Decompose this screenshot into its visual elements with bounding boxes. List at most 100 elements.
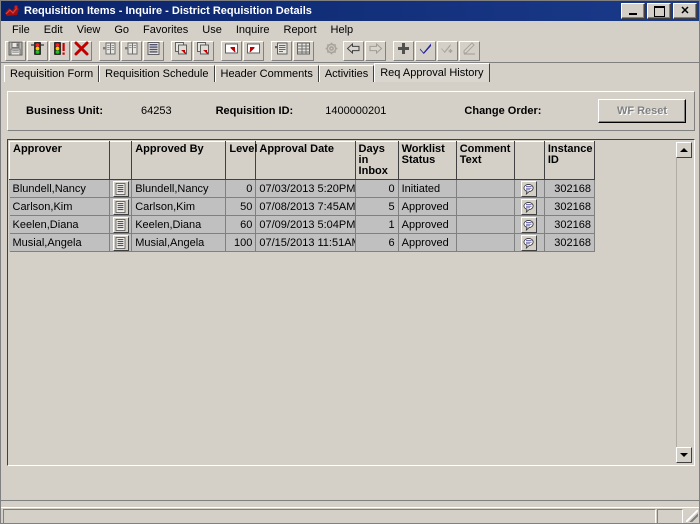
row-detail-button[interactable] xyxy=(112,234,129,251)
approval-history-grid: Approver Approved By Level Approval Date… xyxy=(7,139,695,466)
scroll-down-button[interactable] xyxy=(676,447,692,463)
process-monitor-button[interactable] xyxy=(321,41,342,61)
cell-approved-by: Blundell,Nancy xyxy=(131,179,227,198)
check-all-button[interactable] xyxy=(437,41,458,61)
tab-requisition-schedule[interactable]: Requisition Schedule xyxy=(99,65,215,82)
column-header-instance-id[interactable]: Instance ID xyxy=(543,141,596,180)
grid-vertical-scrollbar[interactable] xyxy=(676,142,692,463)
cell-instance-id: 302168 xyxy=(544,233,596,252)
insert-row-button[interactable] xyxy=(99,41,120,61)
cell-comment-button xyxy=(514,179,545,198)
delete-row-button[interactable] xyxy=(121,41,142,61)
status-bar xyxy=(1,507,699,523)
header-info-panel: Business Unit: 64253 Requisition ID: 140… xyxy=(7,91,695,131)
forward-button[interactable] xyxy=(365,41,386,61)
traffic-light-button[interactable] xyxy=(27,41,48,61)
column-header-approved-by[interactable]: Approved By xyxy=(131,141,227,180)
traffic-light-alert-button[interactable] xyxy=(49,41,70,61)
column-header-approver[interactable]: Approver xyxy=(9,141,111,180)
column-header-worklist-status[interactable]: Worklist Status xyxy=(397,141,457,180)
column-header-comment-button[interactable] xyxy=(513,141,545,180)
minimize-button[interactable] xyxy=(621,3,645,19)
table-row[interactable]: Keelen,Diana Keelen,Diana 60 07/09/2013 … xyxy=(9,215,596,234)
table-row[interactable]: Carlson,Kim Carlson,Kim 50 07/08/2013 7:… xyxy=(9,197,596,216)
traffic-light-alert-icon xyxy=(52,41,67,61)
delete-row-icon xyxy=(124,41,139,61)
cell-comment-button xyxy=(514,197,545,216)
window-controls: ✕ xyxy=(621,3,697,19)
list-button[interactable] xyxy=(143,41,164,61)
check-button[interactable] xyxy=(415,41,436,61)
menu-item-edit[interactable]: Edit xyxy=(37,22,70,38)
cell-days-in-inbox: 6 xyxy=(355,233,399,252)
menu-item-file[interactable]: File xyxy=(5,22,37,38)
column-header-detail[interactable] xyxy=(109,141,133,180)
save-button[interactable] xyxy=(5,41,26,61)
comment-button[interactable] xyxy=(521,234,538,251)
content-divider xyxy=(1,500,699,501)
row-detail-button[interactable] xyxy=(112,180,129,197)
menu-item-go[interactable]: Go xyxy=(107,22,136,38)
minimize-icon xyxy=(629,13,637,15)
menu-item-use[interactable]: Use xyxy=(195,22,229,38)
previous-in-list-button[interactable] xyxy=(243,41,264,61)
cell-approval-date: 07/08/2013 7:45AM xyxy=(255,197,356,216)
cell-worklist-status: Approved xyxy=(398,197,457,216)
menu-item-inquire[interactable]: Inquire xyxy=(229,22,277,38)
app-icon[interactable] xyxy=(4,4,20,18)
cancel-button[interactable] xyxy=(71,41,92,61)
column-header-approval-date[interactable]: Approval Date xyxy=(255,141,356,180)
row-detail-button[interactable] xyxy=(112,216,129,233)
menu-item-help[interactable]: Help xyxy=(324,22,361,38)
requisition-id-label: Requisition ID: xyxy=(215,105,294,117)
spell-check-button[interactable] xyxy=(271,41,292,61)
paste-button[interactable] xyxy=(193,41,214,61)
application-window: Requisition Items - Inquire - District R… xyxy=(0,0,700,524)
close-button[interactable]: ✕ xyxy=(673,3,697,19)
cell-detail-button xyxy=(109,179,133,198)
scroll-up-button[interactable] xyxy=(676,142,692,158)
column-header-days-in-inbox[interactable]: Days in Inbox xyxy=(354,141,399,180)
menu-item-report[interactable]: Report xyxy=(277,22,324,38)
tab-req-approval-history[interactable]: Req Approval History xyxy=(374,63,490,82)
cell-detail-button xyxy=(109,233,133,252)
approval-history-table: Approver Approved By Level Approval Date… xyxy=(9,141,596,252)
comment-button[interactable] xyxy=(521,180,538,197)
column-header-comment-text[interactable]: Comment Text xyxy=(455,141,515,180)
cell-comment-button xyxy=(514,215,545,234)
tab-requisition-form[interactable]: Requisition Form xyxy=(4,65,100,82)
list-icon xyxy=(146,41,161,61)
paste-icon xyxy=(196,41,211,61)
back-button[interactable] xyxy=(343,41,364,61)
wf-reset-button[interactable]: WF Reset xyxy=(598,99,686,123)
title-bar[interactable]: Requisition Items - Inquire - District R… xyxy=(1,1,699,21)
document-lines-icon xyxy=(114,236,128,249)
window-title: Requisition Items - Inquire - District R… xyxy=(24,5,312,17)
notepad-button[interactable] xyxy=(459,41,480,61)
tab-activities[interactable]: Activities xyxy=(318,65,375,82)
maximize-button[interactable] xyxy=(647,3,671,19)
menu-item-view[interactable]: View xyxy=(70,22,108,38)
table-row[interactable]: Blundell,Nancy Blundell,Nancy 0 07/03/20… xyxy=(9,179,596,198)
resize-grip[interactable] xyxy=(684,509,699,523)
comment-button[interactable] xyxy=(521,216,538,233)
cell-level: 50 xyxy=(225,197,257,216)
comment-button[interactable] xyxy=(521,198,538,215)
column-header-level[interactable]: Level xyxy=(225,141,257,180)
tab-header-comments[interactable]: Header Comments xyxy=(214,65,319,82)
add-plus-icon xyxy=(396,41,411,61)
status-secondary-pane xyxy=(657,509,683,523)
table-row[interactable]: Musial,Angela Musial,Angela 100 07/15/20… xyxy=(9,233,596,252)
cell-worklist-status: Initiated xyxy=(398,179,457,198)
grid-export-button[interactable] xyxy=(293,41,314,61)
add-button[interactable] xyxy=(393,41,414,61)
copy-button[interactable] xyxy=(171,41,192,61)
close-icon: ✕ xyxy=(680,4,690,17)
row-detail-button[interactable] xyxy=(112,198,129,215)
menu-item-favorites[interactable]: Favorites xyxy=(136,22,195,38)
cell-worklist-status: Approved xyxy=(398,215,457,234)
scrollbar-track[interactable] xyxy=(676,158,692,447)
cell-days-in-inbox: 5 xyxy=(355,197,399,216)
next-in-list-button[interactable] xyxy=(221,41,242,61)
comment-bubble-icon xyxy=(522,237,536,249)
